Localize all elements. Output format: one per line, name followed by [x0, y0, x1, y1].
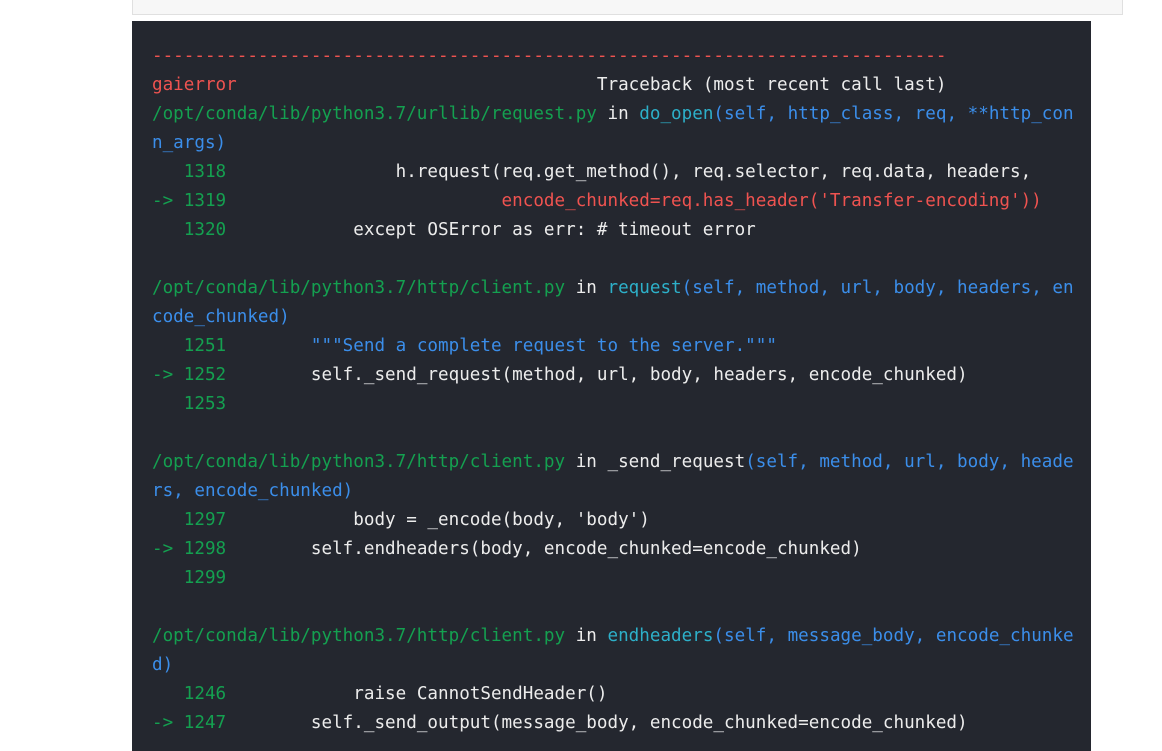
frame-path: /opt/conda/lib/python3.7/http/client.py: [152, 278, 566, 298]
previous-cell-input[interactable]: [132, 0, 1123, 15]
code-line: 1299: [152, 564, 226, 593]
frame-header: /opt/conda/lib/python3.7/urllib/request.…: [152, 104, 1074, 124]
code-line: 1320 except OSError as err: # timeout er…: [183, 220, 756, 240]
frame-function: endheaders: [607, 626, 714, 646]
frame-signature-wrap: n_args): [152, 133, 227, 153]
traceback-header: gaierror Traceback (most recent call las…: [152, 71, 946, 100]
frame-function: _send_request: [607, 452, 746, 472]
frame-signature: (self, message_body, encode_chunke: [713, 626, 1074, 646]
code-line: 1246 raise CannotSendHeader(): [183, 684, 608, 704]
code-line: 1318 h.request(req.get_method(), req.sel…: [183, 162, 1032, 182]
traceback-output: ----------------------------------------…: [132, 21, 1091, 751]
code-line-current: -> 1247 self._send_output(message_body, …: [152, 713, 968, 733]
frame-signature: (self, method, url, body, heade: [745, 452, 1074, 472]
frame-path: /opt/conda/lib/python3.7/http/client.py: [152, 626, 566, 646]
frame-signature-wrap: d): [152, 655, 174, 675]
line-number: 1251: [183, 336, 227, 356]
frame-header: /opt/conda/lib/python3.7/http/client.py …: [152, 278, 1074, 298]
line-number: 1318: [183, 162, 227, 182]
code-line: 1253: [152, 390, 226, 419]
separator-line: ----------------------------------------…: [152, 46, 947, 66]
error-name: gaierror: [152, 75, 237, 95]
line-number: 1299: [183, 568, 227, 588]
frame-signature-wrap: rs, encode_chunked): [152, 481, 354, 501]
frame-header: /opt/conda/lib/python3.7/http/client.py …: [152, 452, 1074, 472]
line-number: 1297: [183, 510, 227, 530]
frame-function: request: [607, 278, 682, 298]
line-number: 1253: [183, 394, 227, 414]
traceback-title: Traceback (most recent call last): [596, 75, 947, 95]
frame-path: /opt/conda/lib/python3.7/http/client.py: [152, 452, 566, 472]
code-line: 1251 """Send a complete request to the s…: [183, 336, 777, 356]
frame-header: /opt/conda/lib/python3.7/http/client.py …: [152, 626, 1074, 646]
line-number: 1320: [183, 220, 227, 240]
frame-path: /opt/conda/lib/python3.7/urllib/request.…: [152, 104, 597, 124]
line-number: 1252: [183, 365, 227, 385]
code-line: 1297 body = _encode(body, 'body'): [183, 510, 650, 530]
line-number: 1247: [183, 713, 227, 733]
code-line-current: -> 1298 self.endheaders(body, encode_chu…: [152, 539, 862, 559]
line-number: 1298: [183, 539, 227, 559]
line-number: 1319: [183, 191, 227, 211]
code-line-current: -> 1252 self._send_request(method, url, …: [152, 365, 968, 385]
frame-signature-wrap: code_chunked): [152, 307, 290, 327]
frame-signature: (self, http_class, req, **http_con: [713, 104, 1074, 124]
code-line-current: -> 1319 encode_chunked=req.has_header('T…: [152, 191, 1042, 211]
line-number: 1246: [183, 684, 227, 704]
frame-function: do_open: [639, 104, 714, 124]
frame-signature: (self, method, url, body, headers, en: [681, 278, 1074, 298]
